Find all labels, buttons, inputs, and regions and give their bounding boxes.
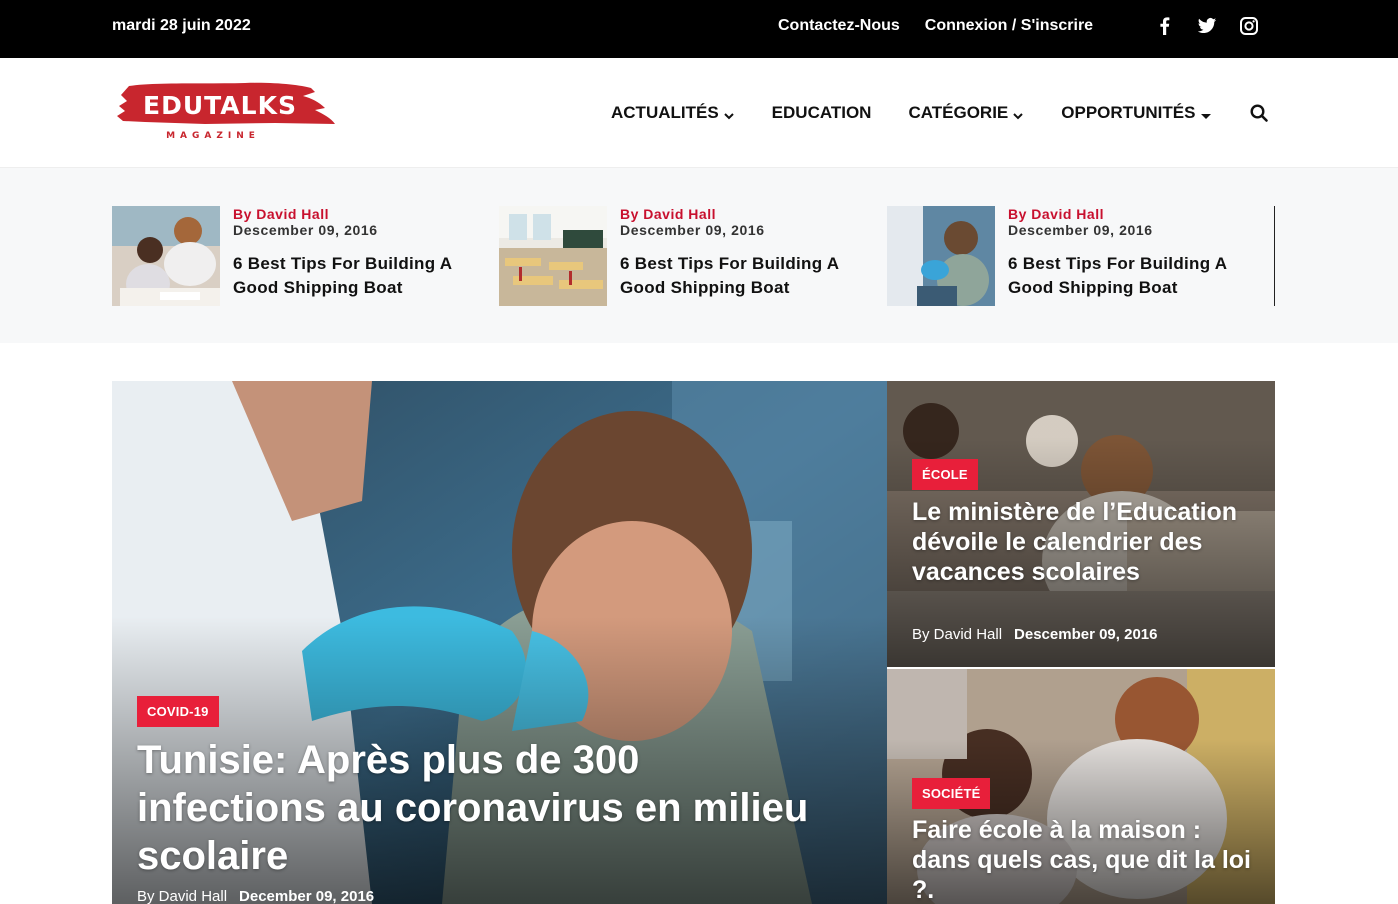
login-link[interactable]: Connexion / S'inscrire	[925, 17, 1093, 35]
ticker-date: Descember 09, 2016	[620, 222, 765, 238]
ticker-thumbnail[interactable]	[112, 206, 220, 306]
ticker-author[interactable]: By David Hall	[233, 206, 483, 222]
social-links	[1155, 16, 1259, 36]
svg-text:EDUTALKS: EDUTALKS	[143, 91, 297, 120]
facebook-icon[interactable]	[1155, 16, 1175, 36]
instagram-icon[interactable]	[1239, 16, 1259, 36]
news-ticker: By David Hall Descember 09, 2016 6 Best …	[0, 168, 1398, 343]
ticker-title[interactable]: 6 Best Tips For Building A Good Shipping…	[620, 252, 870, 300]
twitter-icon[interactable]	[1197, 16, 1217, 36]
side-article-title[interactable]: Le ministère de l’Education dévoile le c…	[912, 497, 1257, 587]
side-article-author[interactable]: By David Hall	[912, 626, 1002, 643]
category-badge[interactable]: SOCIÉTÉ	[912, 778, 991, 809]
top-bar: mardi 28 juin 2022 Contactez-Nous Connex…	[0, 0, 1398, 58]
ticker-divider	[1274, 206, 1275, 306]
ticker-author[interactable]: By David Hall	[620, 206, 870, 222]
main-nav: ACTUALITÉS EDUCATION CATÉGORIE OPPORTUNI…	[611, 103, 1212, 123]
ticker-thumbnail[interactable]	[887, 206, 995, 306]
nav-item-label: CATÉGORIE	[908, 103, 1009, 122]
caret-down-icon	[1199, 107, 1212, 119]
ticker-title[interactable]: 6 Best Tips For Building A Good Shipping…	[233, 252, 483, 300]
nav-item-actualites[interactable]: ACTUALITÉS	[611, 103, 735, 123]
contact-link[interactable]: Contactez-Nous	[778, 17, 900, 35]
ticker-date: Descember 09, 2016	[233, 222, 378, 238]
side-article[interactable]: ÉCOLE Le ministère de l’Education dévoil…	[887, 381, 1275, 667]
site-logo[interactable]: EDUTALKS MAGAZINE	[115, 80, 337, 145]
main-header: EDUTALKS MAGAZINE ACTUALITÉS EDUCATION C…	[0, 58, 1398, 168]
hero-date: December 09, 2016	[239, 888, 375, 904]
hero-article[interactable]: COVID-19 Tunisie: Après plus de 300 infe…	[112, 381, 887, 904]
nav-item-opportunites[interactable]: OPPORTUNITÉS	[1061, 103, 1212, 123]
side-article-title[interactable]: Faire école à la maison : dans quels cas…	[912, 815, 1257, 904]
ticker-date: Descember 09, 2016	[1008, 222, 1153, 238]
nav-item-label: EDUCATION	[771, 103, 872, 122]
category-badge[interactable]: COVID-19	[137, 696, 219, 727]
svg-text:MAGAZINE: MAGAZINE	[166, 131, 260, 141]
hero-author[interactable]: By David Hall	[137, 888, 227, 904]
ticker-thumbnail[interactable]	[499, 206, 607, 306]
nav-item-education[interactable]: EDUCATION	[772, 103, 872, 123]
category-badge[interactable]: ÉCOLE	[912, 459, 978, 490]
chevron-down-icon	[1012, 107, 1024, 120]
nav-item-label: ACTUALITÉS	[611, 103, 719, 122]
hero-byline: By David Hall December 09, 2016	[137, 888, 374, 904]
side-article-date: Descember 09, 2016	[1014, 626, 1158, 643]
side-article-byline: By David Hall Descember 09, 2016	[912, 626, 1157, 643]
side-article[interactable]: SOCIÉTÉ Faire école à la maison : dans q…	[887, 669, 1275, 904]
current-date: mardi 28 juin 2022	[112, 17, 251, 34]
nav-item-categorie[interactable]: CATÉGORIE	[908, 103, 1024, 123]
nav-item-label: OPPORTUNITÉS	[1061, 103, 1196, 122]
ticker-title[interactable]: 6 Best Tips For Building A Good Shipping…	[1008, 252, 1258, 300]
search-icon[interactable]	[1249, 103, 1269, 123]
chevron-down-icon	[723, 107, 735, 120]
ticker-author[interactable]: By David Hall	[1008, 206, 1258, 222]
hero-title[interactable]: Tunisie: Après plus de 300 infections au…	[137, 736, 827, 880]
top-links: Contactez-Nous Connexion / S'inscrire	[778, 17, 1093, 35]
